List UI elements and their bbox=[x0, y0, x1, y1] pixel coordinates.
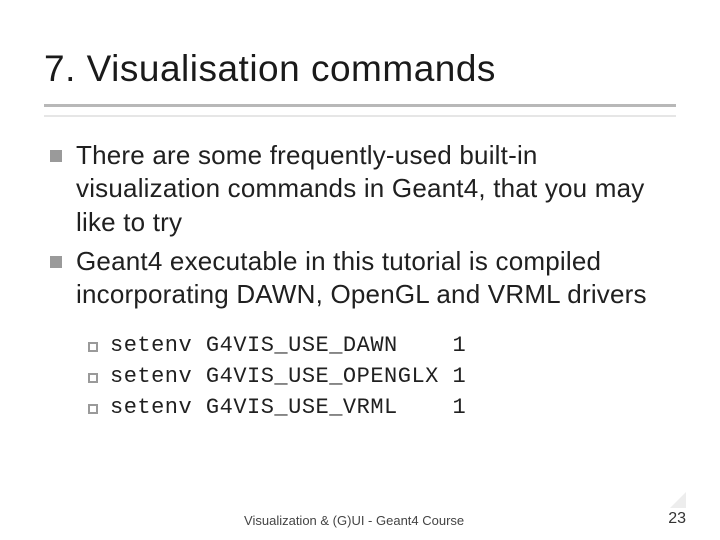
page-number: 23 bbox=[668, 510, 686, 528]
slide-footer: Visualization & (G)UI - Geant4 Course 23 bbox=[0, 510, 720, 528]
square-bullet-icon bbox=[50, 150, 62, 162]
title-underline-shadow bbox=[44, 115, 676, 117]
title-underline bbox=[44, 104, 676, 107]
hollow-square-bullet-icon bbox=[88, 404, 98, 414]
spacer bbox=[44, 317, 676, 327]
bullet-text: Geant4 executable in this tutorial is co… bbox=[76, 245, 676, 312]
hollow-square-bullet-icon bbox=[88, 373, 98, 383]
slide: 7. Visualisation commands There are some… bbox=[0, 0, 720, 540]
bullet-item: Geant4 executable in this tutorial is co… bbox=[50, 245, 676, 312]
env-command: setenv G4VIS_USE_VRML 1 bbox=[110, 395, 466, 420]
hollow-square-bullet-icon bbox=[88, 342, 98, 352]
env-command: setenv G4VIS_USE_OPENGLX 1 bbox=[110, 364, 466, 389]
corner-fold-icon bbox=[670, 492, 686, 508]
sub-bullet-item: setenv G4VIS_USE_DAWN 1 bbox=[88, 333, 676, 358]
square-bullet-icon bbox=[50, 256, 62, 268]
slide-title: 7. Visualisation commands bbox=[44, 28, 676, 100]
sub-bullet-item: setenv G4VIS_USE_VRML 1 bbox=[88, 395, 676, 420]
env-command: setenv G4VIS_USE_DAWN 1 bbox=[110, 333, 466, 358]
sub-bullet-item: setenv G4VIS_USE_OPENGLX 1 bbox=[88, 364, 676, 389]
footer-text: Visualization & (G)UI - Geant4 Course bbox=[40, 513, 668, 528]
bullet-item: There are some frequently-used built-in … bbox=[50, 139, 676, 239]
bullet-text: There are some frequently-used built-in … bbox=[76, 139, 676, 239]
